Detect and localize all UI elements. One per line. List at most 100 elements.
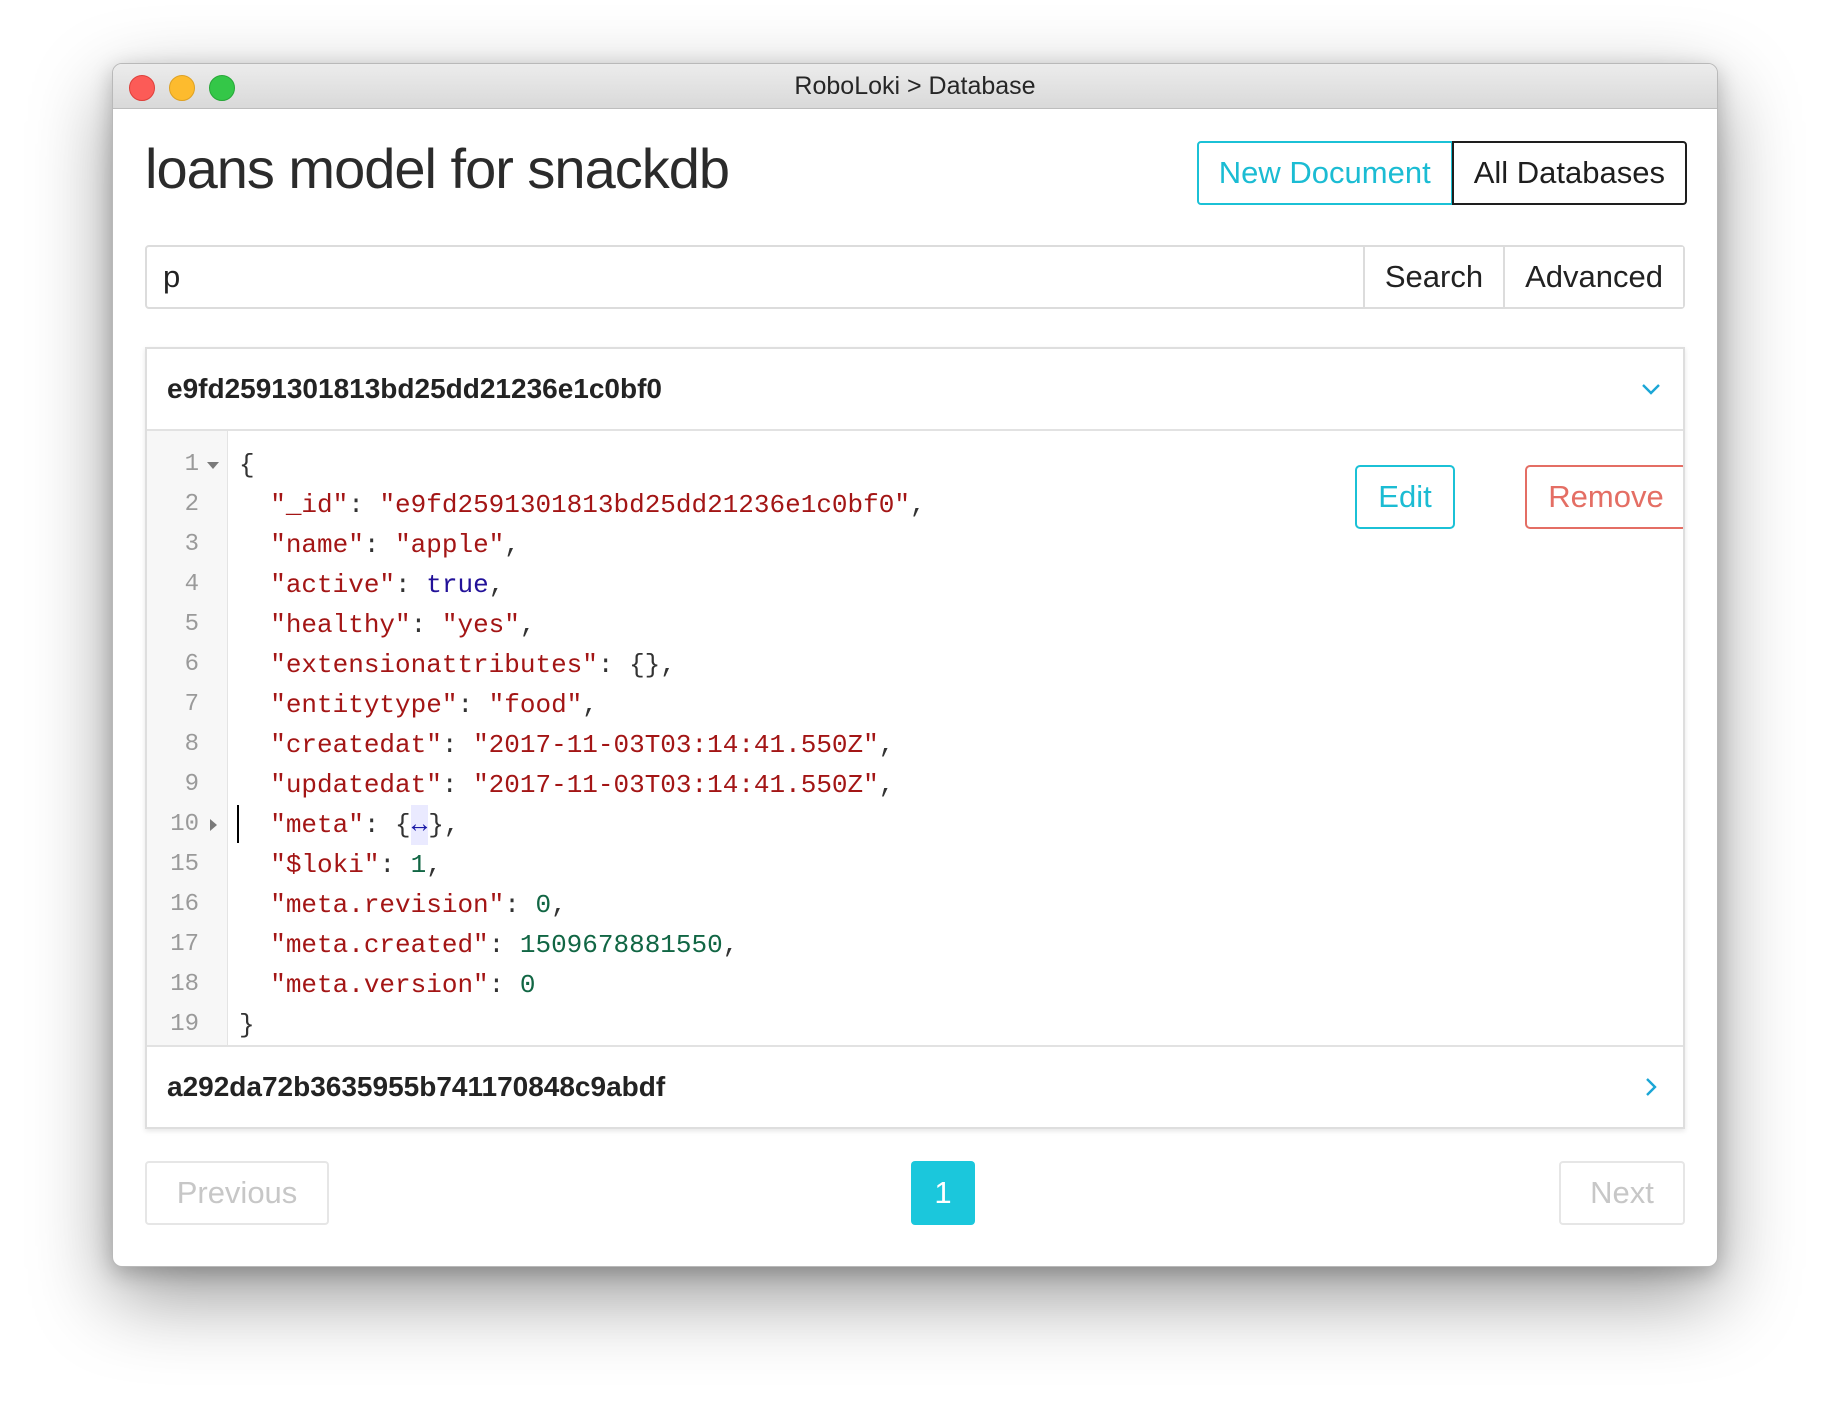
code-punctuation [239, 885, 270, 925]
line-number: 16 [170, 891, 199, 918]
fold-gutter [199, 461, 227, 469]
json-key: "entitytype" [270, 690, 458, 720]
search-bar: Search Advanced [145, 245, 1685, 309]
code-line[interactable]: 17 "meta.created": 1509678881550, [147, 925, 1683, 965]
code-line[interactable]: 8 "createdat": "2017-11-03T03:14:41.550Z… [147, 725, 1683, 765]
json-key: "healthy" [270, 610, 411, 640]
code-punctuation [239, 565, 270, 605]
json-editor[interactable]: 1 {2 "_id": "e9fd2591301813bd25dd21236e1c… [147, 431, 1683, 1047]
line-number: 5 [184, 611, 199, 638]
new-document-button[interactable]: New Document [1196, 141, 1453, 205]
search-button[interactable]: Search [1362, 247, 1504, 307]
code-punctuation: : [441, 730, 474, 760]
json-number: 0 [519, 970, 536, 1000]
chevron-down-icon[interactable] [1639, 377, 1663, 401]
code-punctuation: : [504, 890, 536, 920]
json-number: 0 [535, 890, 552, 920]
code-line[interactable]: 5 "healthy": "yes", [147, 605, 1683, 645]
code-punctuation: : [457, 690, 489, 720]
all-databases-button[interactable]: All Databases [1451, 141, 1687, 205]
json-key: "name" [270, 530, 364, 560]
json-key: "active" [270, 570, 396, 600]
code-line[interactable]: 3 "name": "apple", [147, 525, 1683, 565]
code-text: "createdat": "2017-11-03T03:14:41.550Z", [227, 725, 894, 765]
document-row[interactable]: a292da72b3635955b741170848c9abdf [147, 1047, 1683, 1127]
code-line[interactable]: 10 "meta": {↔}, [147, 805, 1683, 845]
fold-ellipsis-marker[interactable]: ↔ [410, 805, 429, 845]
json-key: "extensionattributes" [270, 650, 598, 680]
code-punctuation: : [363, 530, 396, 560]
code-punctuation [239, 925, 270, 965]
code-punctuation: : [395, 570, 427, 600]
code-text: "entitytype": "food", [227, 685, 598, 725]
fold-gutter [199, 819, 227, 831]
pagination: Previous 1 Next [145, 1161, 1685, 1225]
code-punctuation [239, 645, 270, 685]
line-number: 2 [184, 491, 199, 518]
code-text: "active": true, [227, 565, 504, 605]
line-number: 17 [170, 931, 199, 958]
json-key: "meta" [270, 810, 364, 840]
code-punctuation: : [410, 610, 442, 640]
search-input[interactable] [147, 247, 1363, 307]
code-punctuation: : [379, 850, 411, 880]
advanced-button[interactable]: Advanced [1503, 247, 1683, 307]
code-text: "extensionattributes": {}, [227, 645, 676, 685]
remove-button[interactable]: Remove [1525, 465, 1683, 529]
code-line[interactable]: 19} [147, 1005, 1683, 1045]
page-number-button[interactable]: 1 [911, 1161, 975, 1225]
code-punctuation: , [582, 690, 598, 720]
code-text: "name": "apple", [227, 525, 520, 565]
code-line[interactable]: 7 "entitytype": "food", [147, 685, 1683, 725]
code-punctuation: : {}, [597, 650, 676, 680]
json-number: 1 [410, 850, 427, 880]
line-number: 4 [184, 571, 199, 598]
code-line[interactable]: 6 "extensionattributes": {}, [147, 645, 1683, 685]
code-punctuation: : [488, 970, 520, 1000]
header-button-group: New Document All Databases [1196, 141, 1687, 205]
fold-open-icon[interactable] [207, 461, 219, 469]
json-string: "2017-11-03T03:14:41.550Z" [473, 770, 879, 800]
chevron-right-icon[interactable] [1639, 1075, 1663, 1099]
fold-closed-icon[interactable] [209, 819, 217, 831]
code-line[interactable]: 15 "$loki": 1, [147, 845, 1683, 885]
line-number: 3 [184, 531, 199, 558]
code-line[interactable]: 16 "meta.revision": 0, [147, 885, 1683, 925]
code-punctuation [239, 685, 270, 725]
document-id: a292da72b3635955b741170848c9abdf [167, 1071, 666, 1102]
previous-page-button[interactable]: Previous [145, 1161, 329, 1225]
code-punctuation [239, 805, 270, 845]
line-number: 18 [170, 971, 199, 998]
code-text: "meta.version": 0 [227, 965, 535, 1005]
code-line[interactable]: 18 "meta.version": 0 [147, 965, 1683, 1005]
window-title: RoboLoki > Database [794, 72, 1036, 100]
json-string: "apple" [395, 530, 505, 560]
code-punctuation: , [504, 530, 520, 560]
code-text: "meta.created": 1509678881550, [227, 925, 738, 965]
json-key: "meta.revision" [270, 890, 505, 920]
next-page-button[interactable]: Next [1559, 1161, 1685, 1225]
code-text: "updatedat": "2017-11-03T03:14:41.550Z", [227, 765, 894, 805]
title-bar[interactable]: RoboLoki > Database [113, 64, 1717, 109]
code-punctuation: , [878, 770, 895, 800]
code-punctuation [239, 725, 270, 765]
code-punctuation: } [239, 1010, 255, 1040]
document-id: e9fd2591301813bd25dd21236e1c0bf0 [167, 373, 663, 404]
code-line[interactable]: 9 "updatedat": "2017-11-03T03:14:41.550Z… [147, 765, 1683, 805]
line-number: 1 [184, 451, 199, 478]
code-punctuation: : [488, 930, 520, 960]
json-key: "updatedat" [270, 770, 442, 800]
json-number: 1509678881550 [519, 930, 723, 960]
code-line[interactable]: 4 "active": true, [147, 565, 1683, 605]
edit-button[interactable]: Edit [1355, 465, 1455, 529]
code-punctuation [239, 765, 270, 805]
line-number: 19 [170, 1011, 199, 1038]
code-punctuation: , [488, 570, 505, 600]
code-text: "$loki": 1, [227, 845, 442, 885]
code-punctuation: , [519, 610, 536, 640]
code-text: "healthy": "yes", [227, 605, 536, 645]
code-punctuation: , [426, 850, 442, 880]
app-window: RoboLoki > Database loans model for snac… [112, 63, 1718, 1267]
json-string: "2017-11-03T03:14:41.550Z" [473, 730, 879, 760]
document-row[interactable]: e9fd2591301813bd25dd21236e1c0bf0 [147, 349, 1683, 431]
